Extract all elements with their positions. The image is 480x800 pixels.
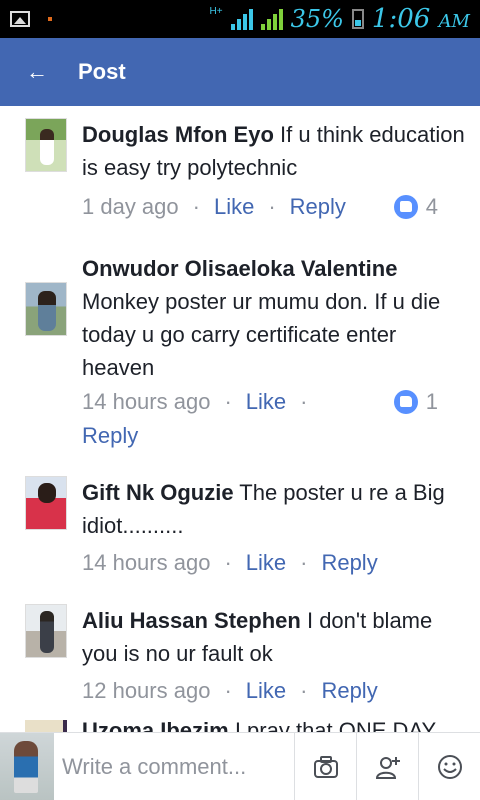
reply-button[interactable]: Reply xyxy=(82,419,138,453)
battery-icon xyxy=(351,9,364,29)
comment-item: Gift Nk Oguzie The poster u re a Big idi… xyxy=(0,466,480,596)
comment-composer: Write a comment... xyxy=(0,732,480,800)
reply-button[interactable]: Reply xyxy=(321,546,377,580)
emoji-button[interactable] xyxy=(418,732,480,800)
status-bar: H+ 35% 1:06 AM xyxy=(0,0,480,38)
comment-author[interactable]: Onwudor Olisaeloka Valentine xyxy=(82,256,397,281)
comment-timestamp: 12 hours ago xyxy=(82,678,211,703)
comment-meta: 1 day ago · Like · Reply 4 xyxy=(82,190,466,224)
avatar[interactable] xyxy=(25,118,67,172)
avatar[interactable] xyxy=(25,282,67,336)
app-bar: ← Post xyxy=(0,38,480,106)
network-type: H+ xyxy=(209,5,223,17)
tag-friend-button[interactable] xyxy=(356,732,418,800)
comment-list: Douglas Mfon Eyo If u think education is… xyxy=(0,106,480,726)
add-friend-icon xyxy=(375,756,400,779)
battery-percent: 35% xyxy=(290,5,344,33)
like-button[interactable]: Like xyxy=(246,385,286,419)
comment-timestamp: 14 hours ago xyxy=(82,550,211,575)
like-reaction-icon xyxy=(393,390,418,414)
notification-dot-icon xyxy=(48,17,52,21)
reaction-count[interactable]: 1 xyxy=(393,385,438,419)
signal-icon xyxy=(230,8,253,30)
camera-icon xyxy=(313,755,338,778)
comment-text: Monkey poster ur mumu don. If u die toda… xyxy=(82,289,441,380)
comment-timestamp: 1 day ago xyxy=(82,194,179,219)
reply-button[interactable]: Reply xyxy=(321,674,377,708)
comment-author[interactable]: Aliu Hassan Stephen xyxy=(82,608,301,633)
comment-timestamp: 14 hours ago xyxy=(82,389,211,414)
comment-meta: 14 hours ago · Like · 1 xyxy=(82,385,466,419)
like-button[interactable]: Like xyxy=(246,674,286,708)
like-button[interactable]: Like xyxy=(214,190,254,224)
avatar[interactable] xyxy=(25,476,67,530)
clock: 1:06 AM xyxy=(371,4,470,34)
comment-item: Douglas Mfon Eyo If u think education is… xyxy=(0,106,480,244)
comment-input[interactable]: Write a comment... xyxy=(54,754,294,780)
page-title: Post xyxy=(78,59,126,84)
comment-meta: 12 hours ago · Like · Reply xyxy=(82,674,466,708)
comment-author[interactable]: Gift Nk Oguzie xyxy=(82,480,234,505)
back-arrow-icon[interactable]: ← xyxy=(26,59,56,85)
gallery-notification-icon xyxy=(10,11,30,27)
avatar[interactable] xyxy=(25,604,67,658)
comment-meta: 14 hours ago · Like · Reply xyxy=(82,546,466,580)
emoji-icon xyxy=(437,754,462,779)
comment-author[interactable]: Douglas Mfon Eyo xyxy=(82,122,274,147)
like-button[interactable]: Like xyxy=(246,546,286,580)
like-reaction-icon xyxy=(393,195,418,219)
comment-item: Onwudor Olisaeloka Valentine Monkey post… xyxy=(0,244,480,466)
camera-button[interactable] xyxy=(294,732,356,800)
reaction-count[interactable]: 4 xyxy=(393,190,438,224)
avatar xyxy=(0,732,54,800)
comment-item: Aliu Hassan Stephen I don't blame you is… xyxy=(0,596,480,726)
reply-button[interactable]: Reply xyxy=(290,190,346,224)
wifi-signal-icon xyxy=(260,8,283,30)
